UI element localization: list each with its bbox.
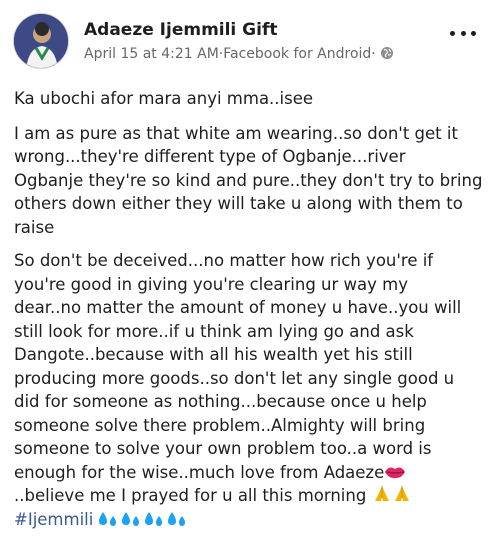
text-line: producing more goods..so don't let any s… — [14, 368, 455, 388]
praying-hands-icon — [394, 486, 409, 501]
author-name[interactable]: Adaeze Ijemmili Gift — [84, 20, 277, 40]
praying-hands-icon — [374, 486, 389, 501]
text-line: you're good in giving you're clearing ur… — [14, 274, 408, 294]
avatar[interactable] — [13, 13, 69, 69]
avatar-image-icon — [14, 14, 68, 68]
text-line: I am as pure as that white am wearing..s… — [14, 123, 458, 143]
text-line: someone solve there problem..Almighty wi… — [14, 415, 426, 435]
text-line: Ogbanje they're so kind and pure..they d… — [14, 170, 483, 190]
hashtag-link[interactable]: #Ijemmili — [14, 510, 93, 529]
text-line: enough for the wise..much love from Adae… — [14, 461, 480, 485]
globe-icon[interactable] — [380, 46, 394, 60]
meta-separator-2: · — [371, 46, 376, 62]
text-line: #Ijemmili — [14, 508, 480, 532]
post-header: Adaeze Ijemmili Gift April 15 at 4:21 AM… — [0, 0, 490, 80]
post-meta: April 15 at 4:21 AM · Facebook for Andro… — [84, 46, 394, 62]
more-options-icon[interactable] — [450, 26, 476, 40]
post-paragraph-3: So don't be deceived...no matter how ric… — [14, 249, 480, 531]
text-line-content: ..believe me I prayed for u all this mor… — [14, 486, 367, 505]
post-paragraph-2: I am as pure as that white am wearing..s… — [14, 122, 483, 240]
text-line: dear..no matter the amount of money u ha… — [14, 298, 462, 317]
post-date[interactable]: April 15 at 4:21 AM — [84, 46, 219, 62]
text-line: So don't be deceived...no matter how ric… — [14, 251, 434, 270]
sweat-droplets-icon — [98, 511, 185, 526]
text-line: still look for more..if u think am lying… — [14, 321, 414, 341]
text-line: others down either they will take u alon… — [14, 194, 463, 213]
text-line: wrong...they're different type of Ogbanj… — [14, 147, 406, 166]
text-line: did for someone as nothing...because onc… — [14, 392, 427, 411]
text-line: raise — [14, 217, 55, 237]
post-body: Ka ubochi afor mara anyi mma..isee I am … — [14, 87, 483, 541]
post-source: Facebook for Android — [223, 46, 372, 62]
text-line-content: enough for the wise..much love from Adae… — [14, 462, 385, 482]
text-line: ..believe me I prayed for u all this mor… — [14, 484, 480, 508]
post-paragraph-1: Ka ubochi afor mara anyi mma..isee — [14, 89, 314, 108]
kiss-lips-icon — [385, 467, 406, 478]
text-line: someone to solve your own problem too..a… — [14, 439, 432, 458]
text-line: Dangote..because with all his wealth yet… — [14, 345, 413, 364]
